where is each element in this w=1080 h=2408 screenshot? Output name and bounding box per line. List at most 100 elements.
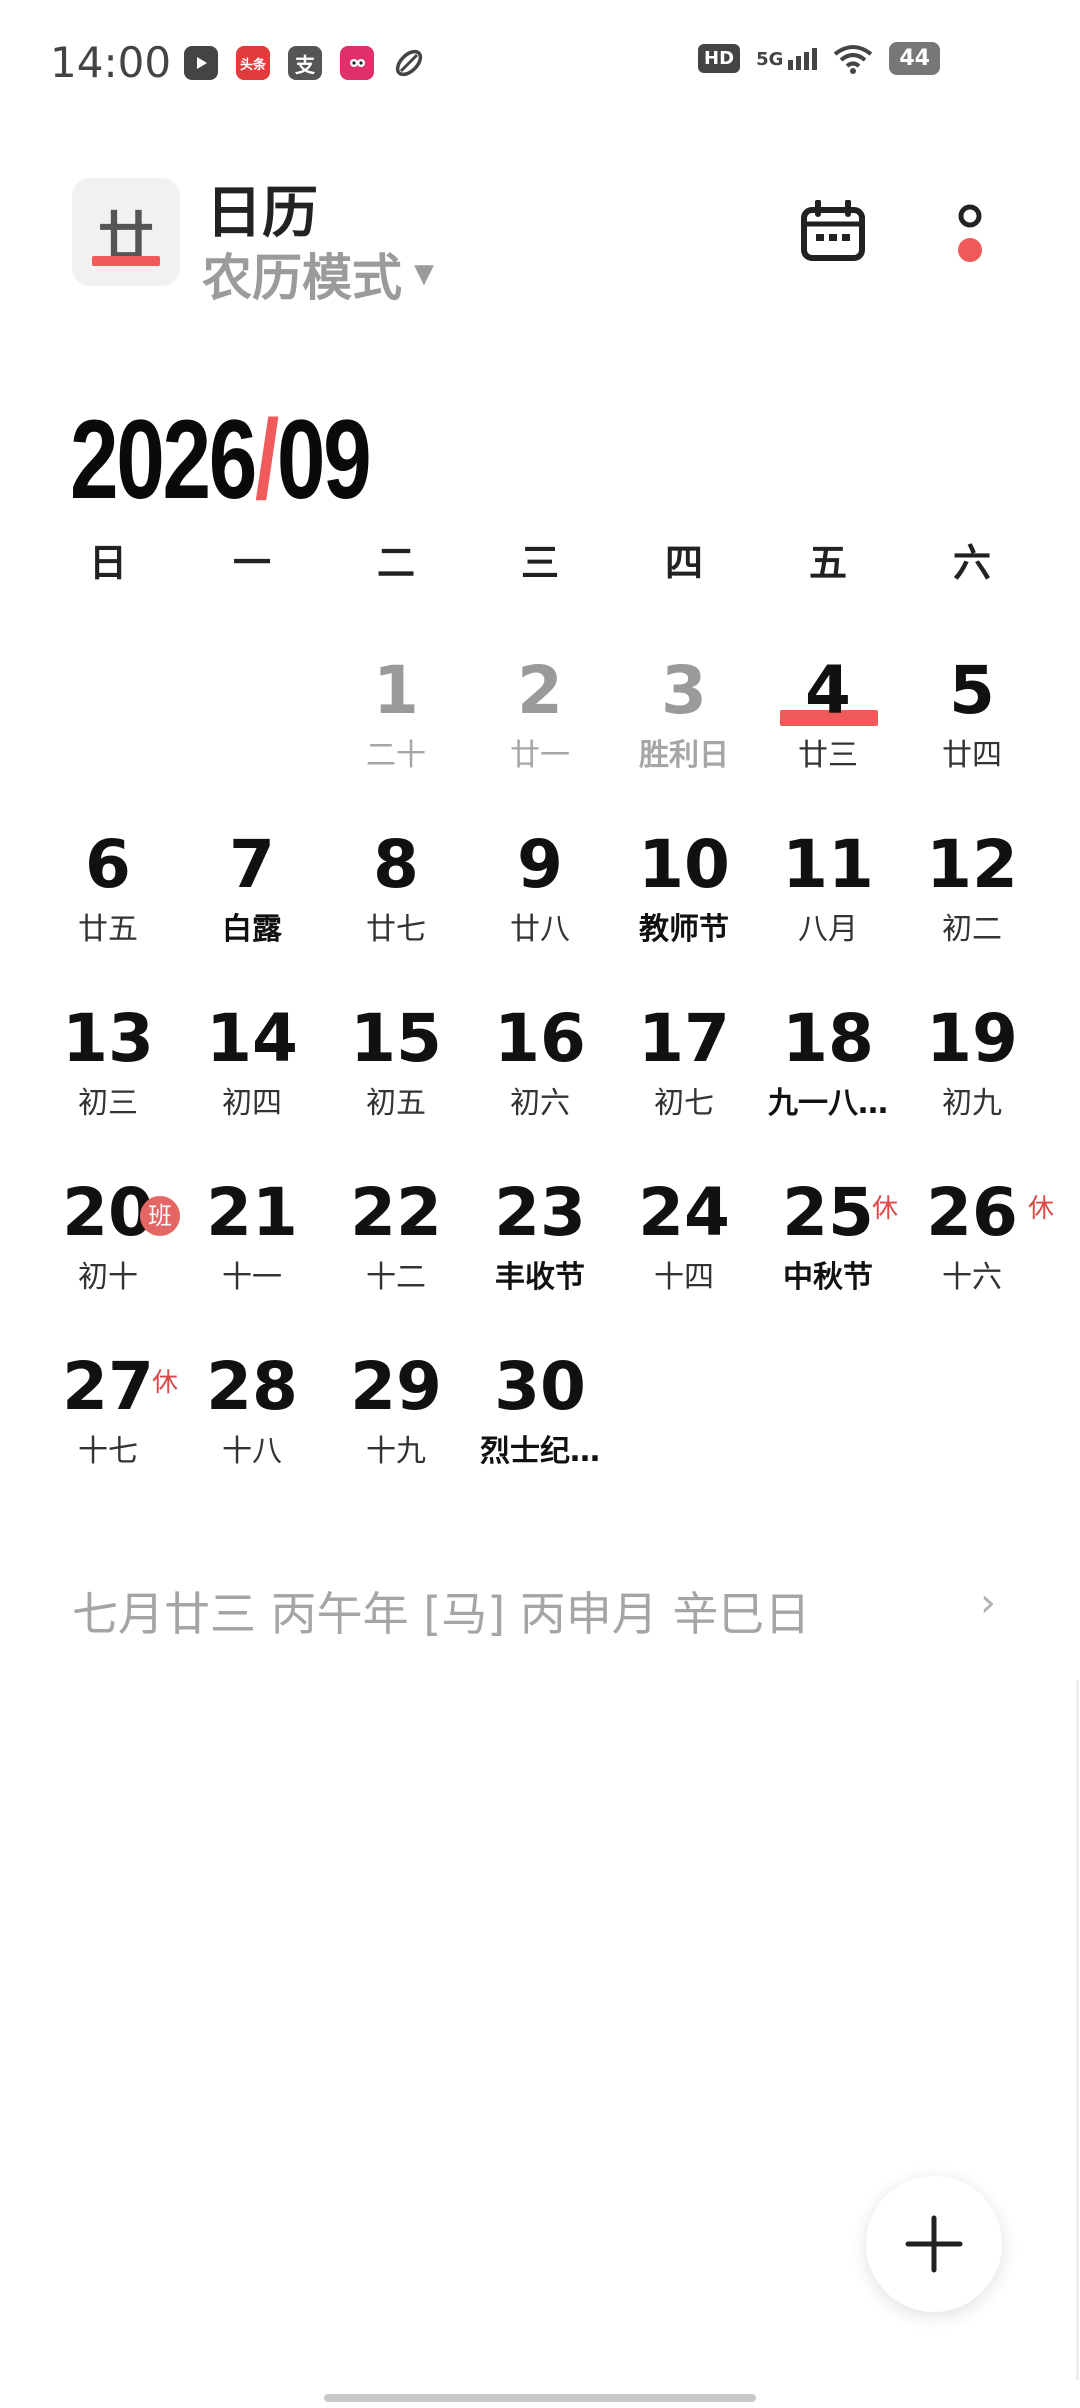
day-number: 3 <box>661 652 707 729</box>
app-title: 日历 <box>206 181 318 246</box>
status-time: 14:00 <box>50 38 172 87</box>
home-indicator[interactable] <box>324 2394 756 2402</box>
day-cell[interactable]: 16 初六 <box>468 988 612 1162</box>
calendar-view-button[interactable] <box>800 199 866 262</box>
status-app-icons: 头条 支 <box>184 46 426 80</box>
day-number: 21 <box>206 1174 298 1251</box>
video-icon <box>184 46 218 80</box>
festival-label: 丰收节 <box>495 1260 585 1295</box>
day-cell[interactable]: 30 烈士纪… <box>468 1336 612 1510</box>
year-label: 2026 <box>70 397 257 522</box>
day-cell[interactable]: 1 二十 <box>324 640 468 814</box>
weekday-label: 日 <box>88 541 127 585</box>
lunar-label: 八月 <box>798 912 858 947</box>
day-number: 5 <box>949 652 995 729</box>
day-cell-today[interactable]: 4 廿三 <box>756 640 900 814</box>
day-cell[interactable]: 21 十一 <box>180 1162 324 1336</box>
lunar-label: 廿七 <box>366 912 426 947</box>
day-cell[interactable]: 19 初九 <box>900 988 1044 1162</box>
status-system-icons: HD 5G 44 <box>698 42 940 75</box>
day-cell[interactable]: 20 初十班 <box>36 1162 180 1336</box>
lunar-label: 初二 <box>942 912 1002 947</box>
lunar-label: 十四 <box>654 1260 714 1295</box>
festival-label: 教师节 <box>639 912 729 947</box>
festival-label: 胜利日 <box>639 738 729 773</box>
day-number: 17 <box>638 1000 730 1077</box>
lunar-label: 初三 <box>78 1086 138 1121</box>
lunar-date-info[interactable]: 七月廿三 丙午年 [马] 丙申月 辛巳日 <box>72 1578 810 1644</box>
weekday-label: 四 <box>664 541 703 585</box>
month-separator: / <box>254 397 279 522</box>
rest-day-badge: 休 <box>1027 1194 1054 1224</box>
day-cell[interactable]: 17 初七 <box>612 988 756 1162</box>
calendar-mode-dropdown[interactable]: 农历模式 ▼ <box>202 238 434 310</box>
weekday-label: 五 <box>808 541 847 585</box>
day-number: 28 <box>206 1348 298 1425</box>
month-title[interactable]: 2026/09 <box>70 395 372 524</box>
lunar-label: 廿八 <box>510 912 570 947</box>
lunar-label: 十七 <box>78 1434 138 1469</box>
plus-icon <box>905 2215 963 2273</box>
lunar-label: 初五 <box>366 1086 426 1121</box>
day-cell[interactable]: 8 廿七 <box>324 814 468 988</box>
lunar-label: 初四 <box>222 1086 282 1121</box>
chevron-right-icon[interactable]: › <box>980 1580 996 1626</box>
day-number: 4 <box>805 652 851 729</box>
day-cell[interactable]: 3 胜利日 <box>612 640 756 814</box>
alipay-icon: 支 <box>288 46 322 80</box>
day-number: 16 <box>494 1000 586 1077</box>
weekday-label: 二 <box>376 541 415 585</box>
day-cell[interactable]: 22 十二 <box>324 1162 468 1336</box>
lunar-label: 十六 <box>942 1260 1002 1295</box>
day-number: 30 <box>494 1348 586 1425</box>
day-cell[interactable]: 6 廿五 <box>36 814 180 988</box>
add-event-button[interactable] <box>866 2176 1002 2312</box>
day-number: 10 <box>638 826 730 903</box>
day-number: 9 <box>517 826 563 903</box>
lunar-label: 初十 <box>78 1260 138 1295</box>
lunar-label: 廿三 <box>798 738 858 773</box>
day-cell[interactable]: 13 初三 <box>36 988 180 1162</box>
day-number: 2 <box>517 652 563 729</box>
signal-icon: 5G <box>756 47 818 70</box>
day-number: 24 <box>638 1174 730 1251</box>
day-cell[interactable]: 18 九一八… <box>756 988 900 1162</box>
day-cell[interactable]: 23 丰收节 <box>468 1162 612 1336</box>
day-cell[interactable]: 26 十六 休 <box>900 1162 1054 1336</box>
festival-label: 九一八… <box>768 1086 888 1121</box>
day-cell[interactable]: 25 中秋节休 <box>756 1162 900 1336</box>
day-cell[interactable]: 9 廿八 <box>468 814 612 988</box>
day-cell[interactable]: 11 八月 <box>756 814 900 988</box>
day-cell[interactable]: 14 初四 <box>180 988 324 1162</box>
lunar-label: 初九 <box>942 1086 1002 1121</box>
wifi-icon <box>834 44 873 74</box>
rest-day-badge: 休 <box>151 1368 178 1398</box>
day-cell[interactable]: 5 廿四 <box>900 640 1044 814</box>
day-cell[interactable]: 7 白露 <box>180 814 324 988</box>
lunar-label: 初六 <box>510 1086 570 1121</box>
calendar-mode-label: 农历模式 <box>202 249 402 307</box>
month-label: 09 <box>276 397 372 522</box>
day-cell[interactable]: 10 教师节 <box>612 814 756 988</box>
weekday-label: 三 <box>520 541 559 585</box>
logo-underline <box>92 256 160 266</box>
app-logo: 廿 <box>72 178 180 286</box>
day-number: 8 <box>373 826 419 903</box>
day-cell[interactable]: 2 廿一 <box>468 640 612 814</box>
dropdown-arrow-icon: ▼ <box>414 259 434 289</box>
day-cell[interactable]: 15 初五 <box>324 988 468 1162</box>
day-cell[interactable]: 29 十九 <box>324 1336 468 1510</box>
day-cell[interactable]: 28 十八 <box>180 1336 324 1510</box>
solar-term-label: 白露 <box>222 912 282 947</box>
day-cell[interactable]: 24 十四 <box>612 1162 756 1336</box>
day-number: 29 <box>350 1348 442 1425</box>
day-number: 14 <box>206 1000 298 1077</box>
weekday-label: 六 <box>952 541 991 585</box>
lunar-label: 初七 <box>654 1086 714 1121</box>
festival-label: 中秋节 <box>783 1260 873 1295</box>
day-cell[interactable]: 27 十七休 <box>36 1336 180 1510</box>
day-number: 15 <box>350 1000 442 1077</box>
calendar-icon <box>801 199 865 261</box>
day-cell[interactable]: 12 初二 <box>900 814 1044 988</box>
more-options-button[interactable] <box>950 200 990 270</box>
